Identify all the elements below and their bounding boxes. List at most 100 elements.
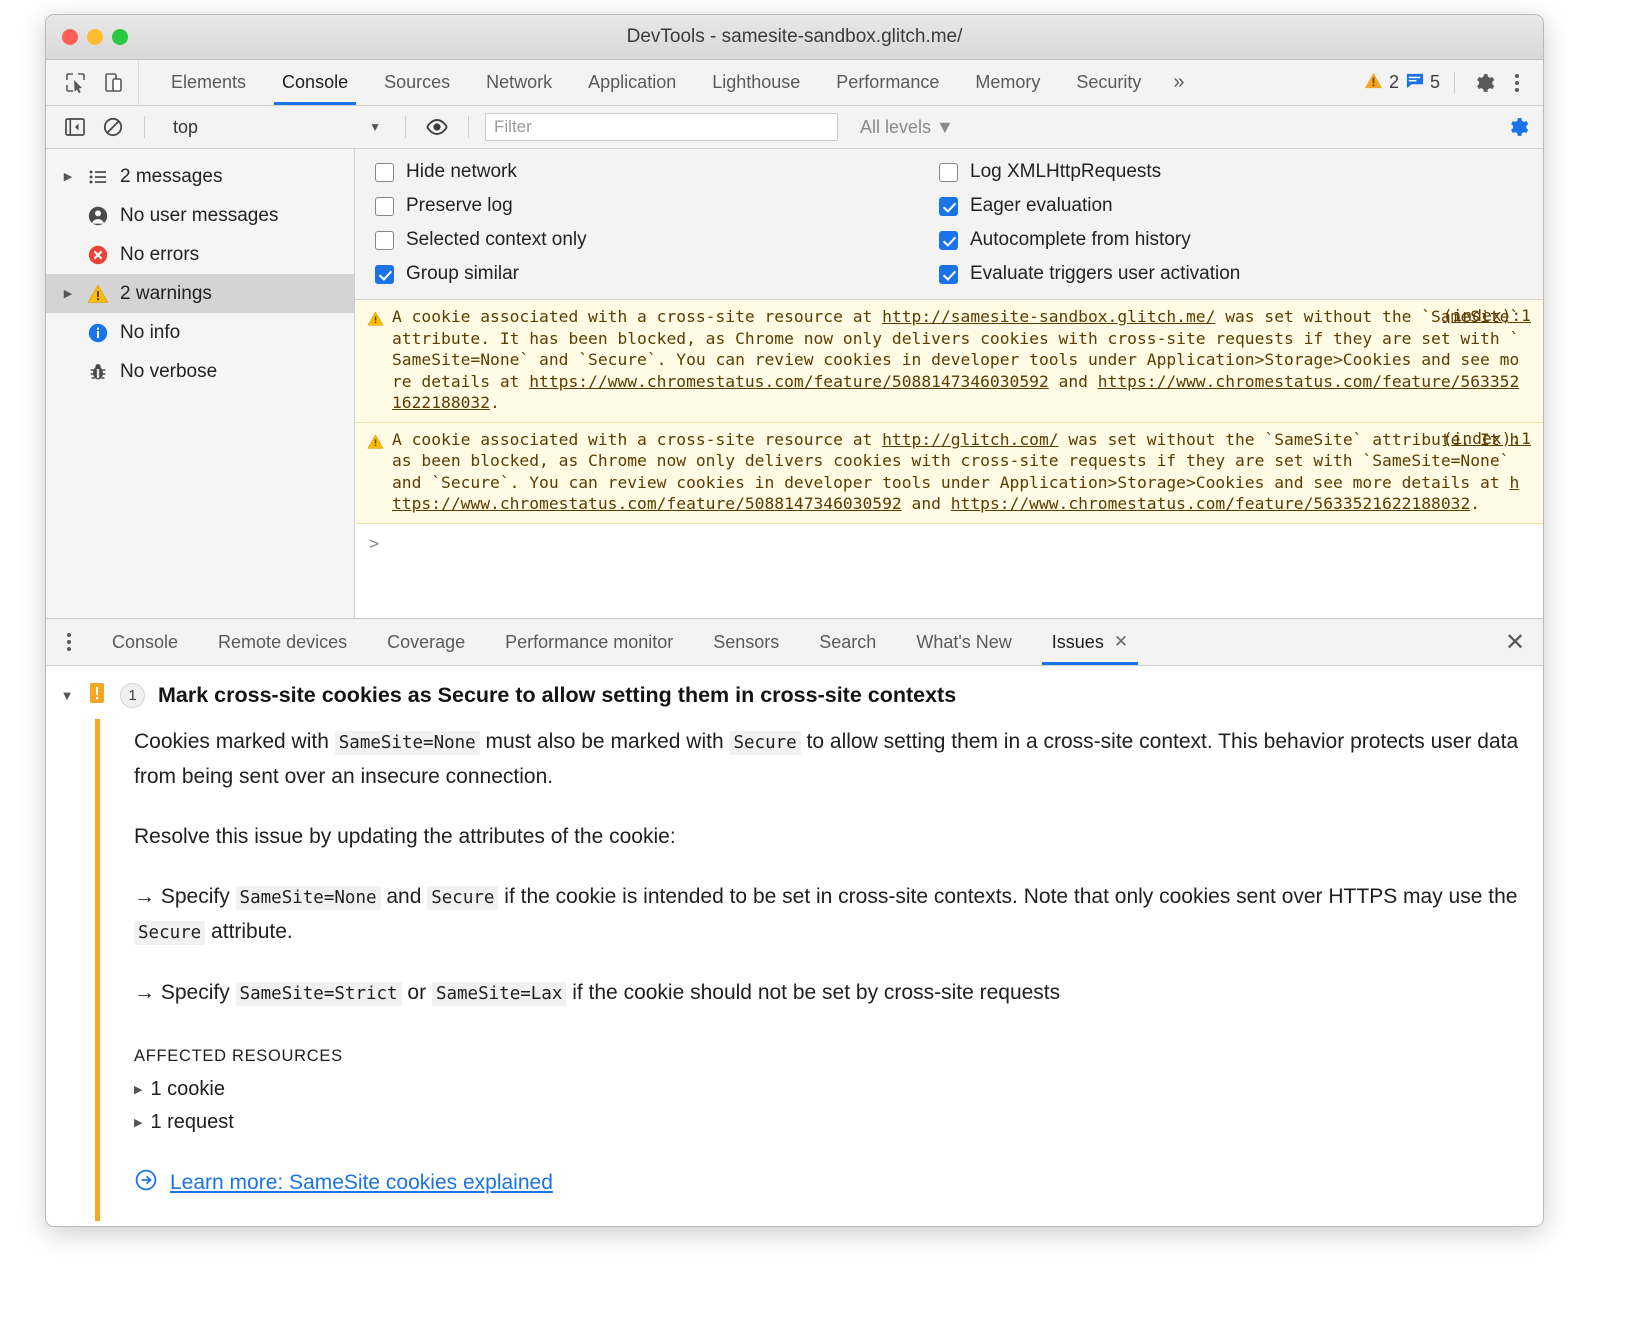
- close-tab-icon[interactable]: ✕: [1114, 632, 1128, 652]
- text: and: [381, 885, 428, 908]
- drawer-tab-issues[interactable]: Issues ✕: [1032, 619, 1148, 665]
- console-settings-pane: Hide network Preserve log Selected conte…: [355, 149, 1543, 300]
- setting-label: Evaluate triggers user activation: [970, 263, 1240, 285]
- issue-header[interactable]: ▼ 1 Mark cross-site cookies as Secure to…: [46, 666, 1543, 719]
- console-prompt[interactable]: >: [355, 524, 1543, 578]
- learn-more-row[interactable]: Learn more: SameSite cookies explained: [134, 1168, 1543, 1197]
- drawer-tab-whats-new[interactable]: What's New: [896, 619, 1031, 665]
- log-level-selector[interactable]: All levels ▼: [846, 117, 954, 138]
- clear-console-icon[interactable]: [98, 112, 128, 142]
- console-message-text: A cookie associated with a cross-site re…: [392, 306, 1533, 414]
- drawer-tab-label: Issues: [1052, 632, 1104, 653]
- checkbox[interactable]: [939, 231, 958, 250]
- tab-application[interactable]: Application: [570, 60, 694, 105]
- warning-counter[interactable]: 2: [1364, 71, 1399, 95]
- sidebar-item-warnings[interactable]: ▶ 2 warnings: [46, 274, 354, 313]
- console-message-source-link[interactable]: (index):1: [1443, 429, 1531, 448]
- affected-resources-heading: AFFECTED RESOURCES: [134, 1047, 1543, 1066]
- expand-arrow-icon[interactable]: ▶: [134, 1083, 142, 1096]
- setting-autocomplete-from-history[interactable]: Autocomplete from history: [939, 229, 1543, 251]
- learn-more-link[interactable]: Learn more: SameSite cookies explained: [170, 1171, 553, 1195]
- tab-elements[interactable]: Elements: [153, 60, 264, 105]
- tab-sources[interactable]: Sources: [366, 60, 468, 105]
- expand-arrow-icon[interactable]: ▶: [60, 170, 76, 183]
- toolbar-divider: [405, 116, 406, 138]
- drawer-tab-coverage[interactable]: Coverage: [367, 619, 485, 665]
- setting-preserve-log[interactable]: Preserve log: [375, 195, 915, 217]
- code-secure: Secure: [729, 731, 800, 755]
- setting-log-xmlhttprequests[interactable]: Log XMLHttpRequests: [939, 161, 1543, 183]
- console-filter-input[interactable]: [485, 113, 838, 141]
- device-toolbar-icon[interactable]: [98, 68, 128, 98]
- main-menu-icon[interactable]: [1505, 74, 1529, 92]
- code-secure: Secure: [134, 921, 205, 945]
- sidebar-item-info[interactable]: No info: [46, 313, 354, 352]
- issues-panel: ▼ 1 Mark cross-site cookies as Secure to…: [46, 666, 1543, 1226]
- live-expression-eye-icon[interactable]: [422, 112, 452, 142]
- console-message-link[interactable]: https://www.chromestatus.com/feature/563…: [951, 494, 1471, 513]
- drawer-tab-performance-monitor[interactable]: Performance monitor: [485, 619, 693, 665]
- checkbox[interactable]: [939, 265, 958, 284]
- message-counter[interactable]: 5: [1405, 71, 1440, 95]
- expand-arrow-icon[interactable]: ▶: [60, 287, 76, 300]
- drawer-tab-remote-devices[interactable]: Remote devices: [198, 619, 367, 665]
- checkbox[interactable]: [375, 197, 394, 216]
- setting-hide-network[interactable]: Hide network: [375, 161, 915, 183]
- console-message-link[interactable]: http://samesite-sandbox.glitch.me/: [882, 307, 1215, 326]
- sidebar-item-errors[interactable]: No errors: [46, 235, 354, 274]
- execution-context-selector[interactable]: top ▼: [161, 117, 389, 138]
- checkbox[interactable]: [375, 265, 394, 284]
- affected-resource-cookie[interactable]: ▶ 1 cookie: [134, 1078, 1543, 1101]
- setting-group-similar[interactable]: Group similar: [375, 263, 915, 285]
- console-message-source-link[interactable]: (index):1: [1443, 306, 1531, 325]
- maximize-window-button[interactable]: [112, 29, 128, 45]
- sidebar-item-user-messages[interactable]: No user messages: [46, 196, 354, 235]
- console-sidebar-toggle-icon[interactable]: [60, 112, 90, 142]
- window-controls[interactable]: [46, 29, 128, 45]
- checkbox[interactable]: [939, 163, 958, 182]
- sidebar-item-label: 2 messages: [120, 166, 222, 188]
- console-message-link[interactable]: http://glitch.com/: [882, 430, 1058, 449]
- console-warning-message[interactable]: A cookie associated with a cross-site re…: [355, 423, 1543, 524]
- setting-selected-context-only[interactable]: Selected context only: [375, 229, 915, 251]
- console-toolbar: top ▼ All levels ▼: [46, 106, 1543, 149]
- drawer-tab-sensors[interactable]: Sensors: [693, 619, 799, 665]
- sidebar-item-label: No info: [120, 322, 180, 344]
- console-message-link[interactable]: https://www.chromestatus.com/feature/508…: [529, 372, 1049, 391]
- setting-eager-evaluation[interactable]: Eager evaluation: [939, 195, 1543, 217]
- console-warning-message[interactable]: A cookie associated with a cross-site re…: [355, 300, 1543, 423]
- prompt-chevron-icon: >: [369, 534, 379, 554]
- checkbox[interactable]: [375, 231, 394, 250]
- tab-network[interactable]: Network: [468, 60, 570, 105]
- gear-icon[interactable]: [1469, 68, 1499, 98]
- checkbox[interactable]: [375, 163, 394, 182]
- text: → Specify: [134, 885, 236, 908]
- more-tabs-icon[interactable]: »: [1159, 60, 1198, 105]
- code-secure: Secure: [427, 886, 498, 910]
- drawer-tab-search[interactable]: Search: [799, 619, 896, 665]
- code-samesite-none: SameSite=None: [335, 731, 480, 755]
- toolbar-divider: [144, 116, 145, 138]
- sidebar-item-verbose[interactable]: No verbose: [46, 352, 354, 391]
- resource-label: 1 cookie: [150, 1078, 225, 1101]
- code-samesite-none: SameSite=None: [236, 886, 381, 910]
- inspect-element-icon[interactable]: [60, 68, 90, 98]
- close-drawer-icon[interactable]: ✕: [1487, 619, 1543, 665]
- setting-evaluate-triggers-user-activation[interactable]: Evaluate triggers user activation: [939, 263, 1543, 285]
- affected-resource-request[interactable]: ▶ 1 request: [134, 1111, 1543, 1134]
- tab-security[interactable]: Security: [1058, 60, 1159, 105]
- window-title: DevTools - samesite-sandbox.glitch.me/: [46, 26, 1543, 48]
- checkbox[interactable]: [939, 197, 958, 216]
- drawer-menu-icon[interactable]: [46, 619, 92, 665]
- tab-console[interactable]: Console: [264, 60, 366, 105]
- close-window-button[interactable]: [62, 29, 78, 45]
- drawer-tab-console[interactable]: Console: [92, 619, 198, 665]
- tab-performance[interactable]: Performance: [818, 60, 957, 105]
- expand-arrow-icon[interactable]: ▶: [134, 1116, 142, 1129]
- collapse-arrow-icon[interactable]: ▼: [60, 688, 74, 703]
- console-settings-gear-icon[interactable]: [1503, 112, 1533, 142]
- tab-lighthouse[interactable]: Lighthouse: [694, 60, 818, 105]
- minimize-window-button[interactable]: [87, 29, 103, 45]
- tab-memory[interactable]: Memory: [957, 60, 1058, 105]
- sidebar-item-messages[interactable]: ▶ 2 messages: [46, 157, 354, 196]
